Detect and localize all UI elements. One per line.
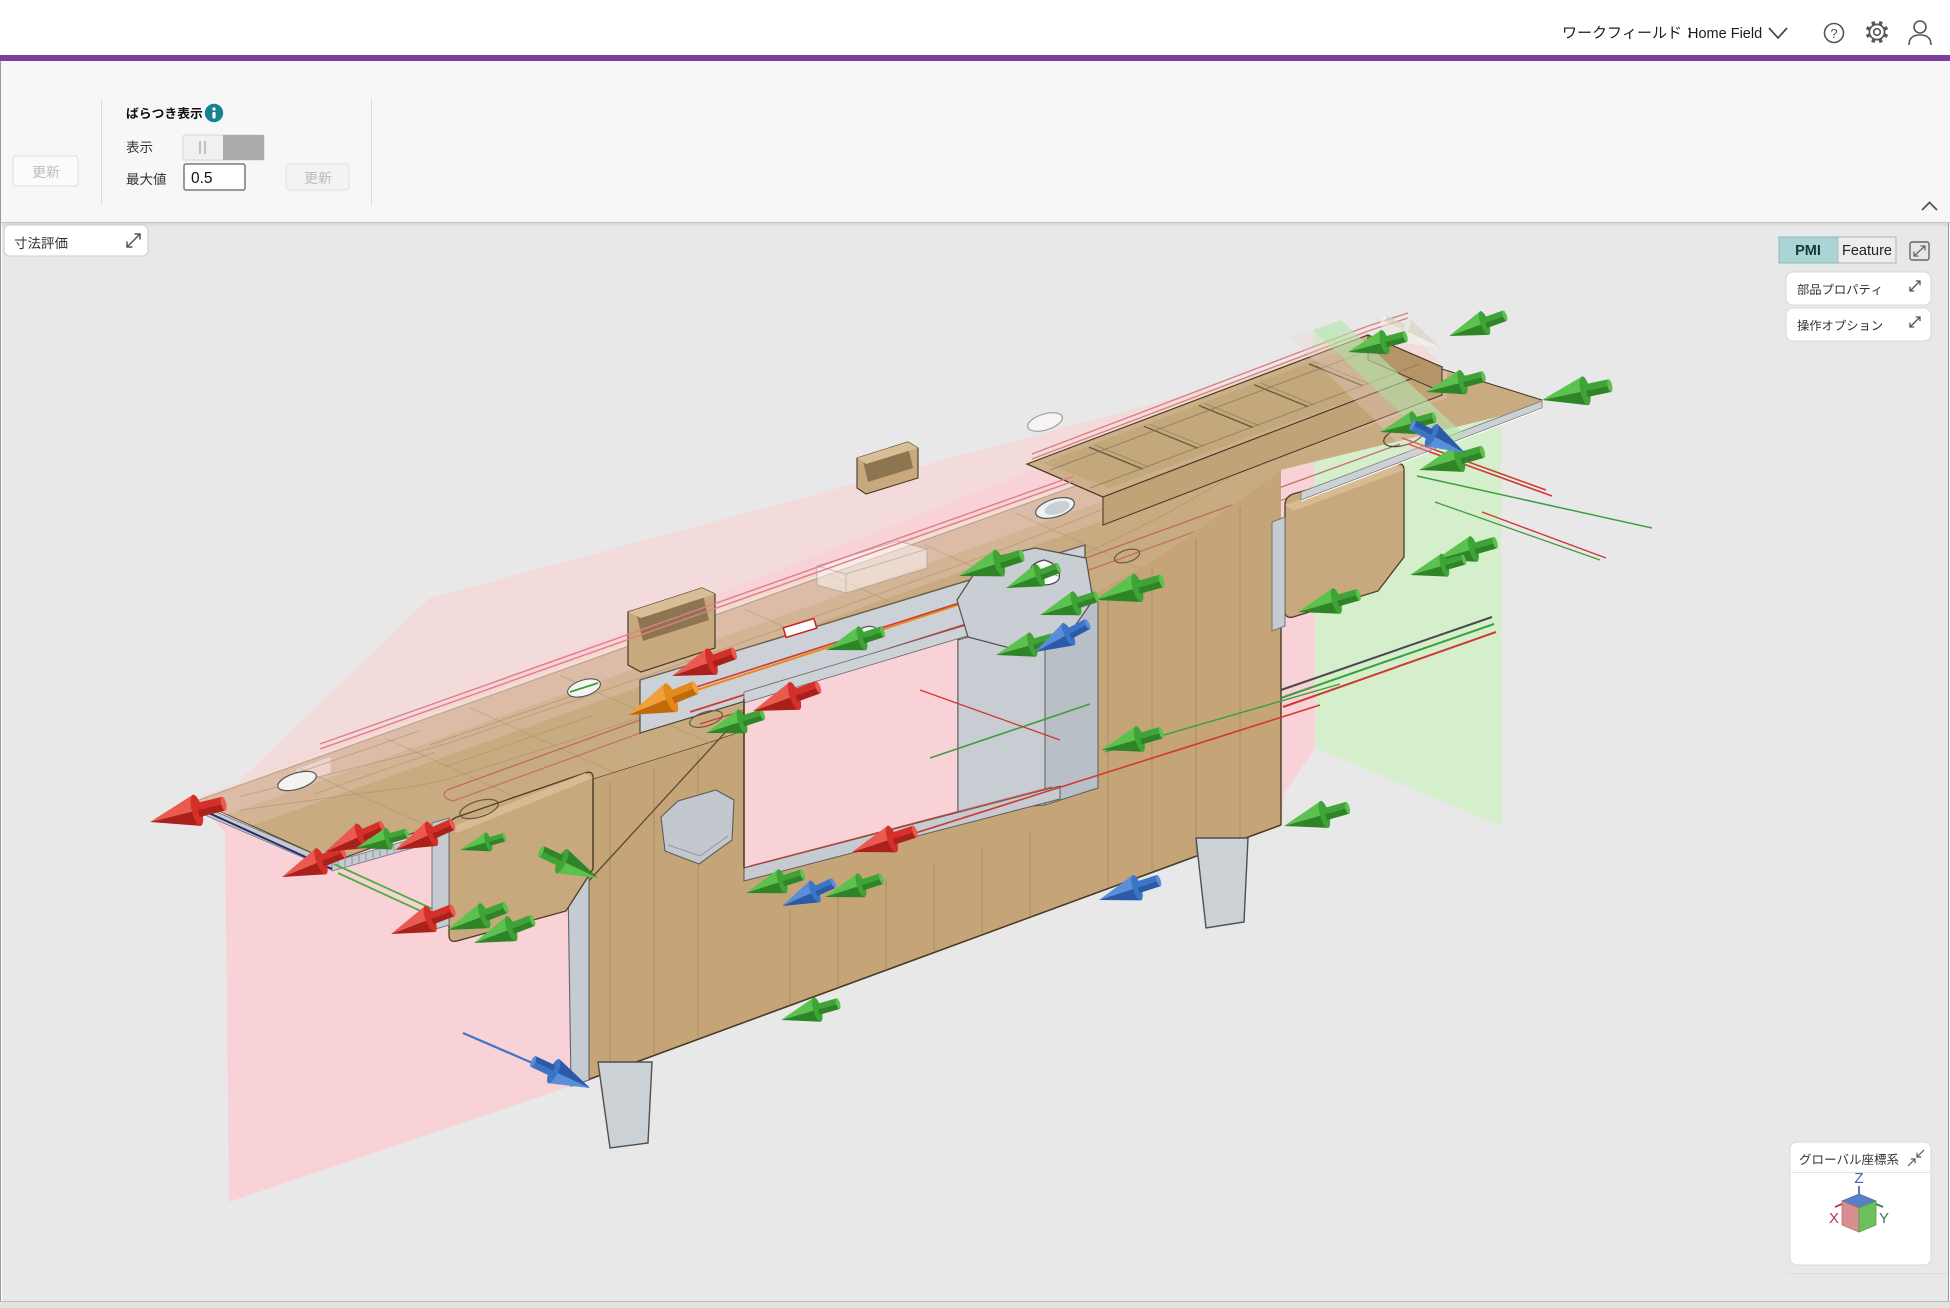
- svg-text:Feature: Feature: [1842, 243, 1892, 259]
- svg-text:Home Field: Home Field: [1688, 26, 1762, 42]
- svg-text:0.5: 0.5: [191, 170, 213, 187]
- svg-text:Z: Z: [1854, 1170, 1863, 1187]
- svg-text:PMI: PMI: [1795, 243, 1821, 259]
- svg-text:X: X: [1829, 1210, 1839, 1227]
- svg-text:?: ?: [1830, 26, 1837, 41]
- svg-text:Y: Y: [1879, 1210, 1889, 1227]
